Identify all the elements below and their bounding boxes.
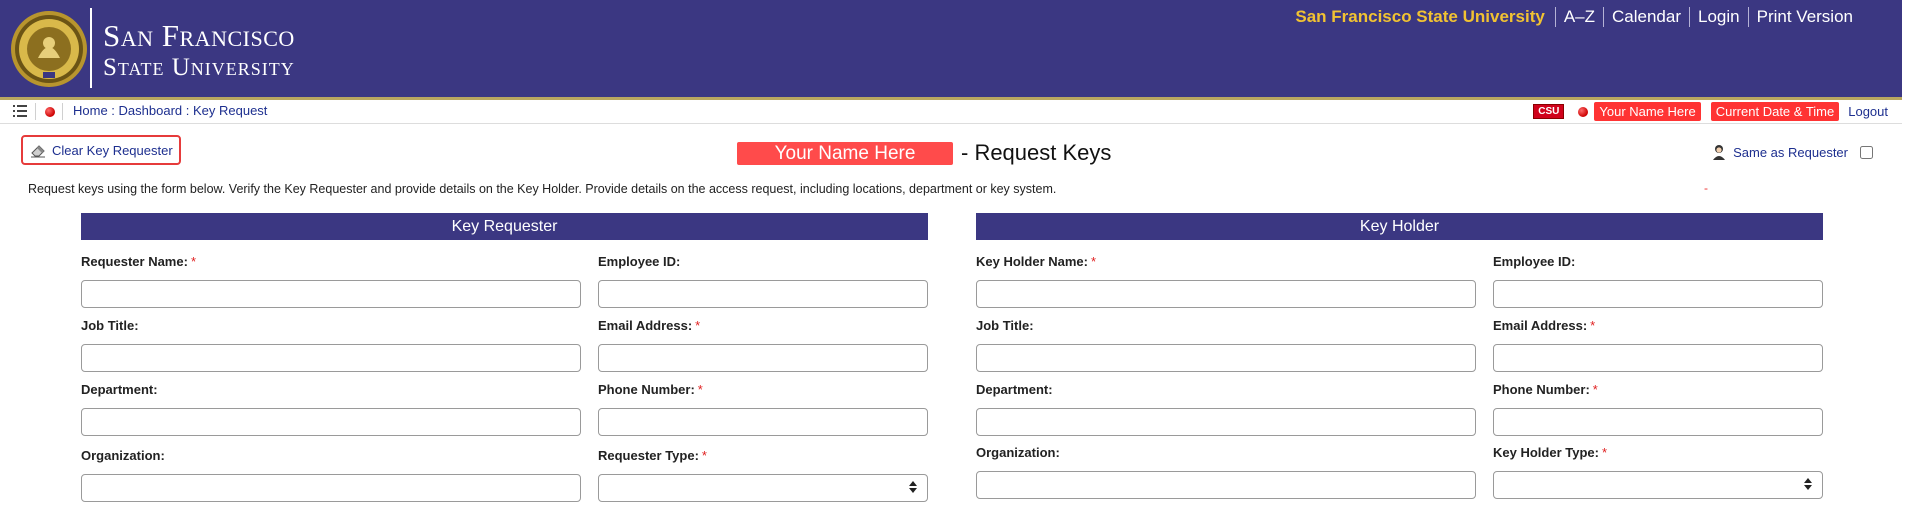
holder-job-title-label: Job Title: xyxy=(976,318,1034,333)
holder-employee-id-input[interactable] xyxy=(1494,281,1822,307)
clear-key-requester-label: Clear Key Requester xyxy=(52,142,173,158)
nav-sfsu-link[interactable]: San Francisco State University xyxy=(1287,6,1554,28)
top-nav: San Francisco State University A–Z Calen… xyxy=(1287,6,1861,28)
requester-employee-id-input[interactable] xyxy=(599,281,927,307)
requester-phone-label: Phone Number: * xyxy=(598,382,703,397)
requester-name-label: Requester Name: * xyxy=(81,254,196,269)
clear-key-requester-button[interactable]: Clear Key Requester xyxy=(21,135,181,165)
holder-email-field-group: Email Address: * xyxy=(1493,318,1823,372)
breadcrumb-separator: : xyxy=(107,103,119,118)
logo-line-2: State University xyxy=(103,54,295,81)
holder-name-label: Key Holder Name: * xyxy=(976,254,1097,269)
key-holder-section: Key Holder Key Holder Name: * Employee ID… xyxy=(976,213,1823,499)
bar-divider xyxy=(35,103,36,120)
red-mark: - xyxy=(1704,181,1708,195)
holder-organization-input[interactable] xyxy=(977,472,1475,498)
requester-email-label: Email Address: * xyxy=(598,318,701,333)
breadcrumb-bar: Home : Dashboard : Key Request CSU Your … xyxy=(0,100,1902,124)
university-wordmark[interactable]: San Francisco State University xyxy=(103,20,295,80)
holder-job-title-input[interactable] xyxy=(977,345,1475,371)
breadcrumb: Home : Dashboard : Key Request xyxy=(73,103,267,118)
holder-organization-label: Organization: xyxy=(976,445,1060,460)
bar-divider xyxy=(62,103,63,120)
logo-line-1: San Francisco xyxy=(103,18,295,53)
holder-employee-id-label: Employee ID: xyxy=(1493,254,1576,269)
nav-login-link[interactable]: Login xyxy=(1690,6,1748,28)
requester-organization-field-group: Organization: xyxy=(81,448,581,502)
person-icon xyxy=(1713,145,1726,160)
select-arrows-icon xyxy=(909,481,917,493)
user-status-area: CSU Your Name Here Current Date & Time L… xyxy=(1533,102,1888,121)
requester-email-input[interactable] xyxy=(599,345,927,371)
holder-phone-label: Phone Number: * xyxy=(1493,382,1598,397)
eraser-icon xyxy=(31,145,45,158)
page-title-text: - Request Keys xyxy=(961,140,1112,165)
select-arrows-icon xyxy=(1804,478,1812,490)
requester-department-label: Department: xyxy=(81,382,158,397)
logout-link[interactable]: Logout xyxy=(1848,104,1888,119)
same-as-requester-label: Same as Requester xyxy=(1733,144,1848,160)
date-time-badge: Current Date & Time xyxy=(1710,102,1840,121)
requester-employee-id-label: Employee ID: xyxy=(598,254,681,269)
csu-badge: CSU xyxy=(1533,104,1565,119)
requester-employee-id-field-group: Employee ID: xyxy=(598,254,928,308)
same-as-requester-checkbox[interactable] xyxy=(1860,145,1873,159)
same-as-requester: Same as Requester xyxy=(1711,144,1873,160)
breadcrumb-key-request: Key Request xyxy=(192,103,268,118)
holder-type-field-group: Key Holder Type: * xyxy=(1493,445,1823,499)
requester-type-select[interactable] xyxy=(598,474,928,502)
holder-email-label: Email Address: * xyxy=(1493,318,1596,333)
requester-department-field-group: Department: xyxy=(81,382,581,436)
requester-phone-input[interactable] xyxy=(599,409,927,435)
breadcrumb-home[interactable]: Home xyxy=(73,103,108,118)
list-icon[interactable] xyxy=(13,105,27,117)
logo-divider xyxy=(90,8,92,88)
requester-job-title-label: Job Title: xyxy=(81,318,139,333)
holder-email-input[interactable] xyxy=(1494,345,1822,371)
nav-print-version-link[interactable]: Print Version xyxy=(1749,6,1861,28)
holder-phone-field-group: Phone Number: * xyxy=(1493,382,1823,436)
red-dot-icon xyxy=(45,107,55,117)
red-dot-icon xyxy=(1578,106,1589,117)
holder-job-title-field-group: Job Title: xyxy=(976,318,1476,372)
requester-department-input[interactable] xyxy=(82,409,580,435)
holder-name-field-group: Key Holder Name: * xyxy=(976,254,1476,308)
requester-type-field-group: Requester Type: * xyxy=(598,448,928,502)
university-seal-icon[interactable] xyxy=(10,10,88,88)
site-header: San Francisco State University San Franc… xyxy=(0,0,1902,100)
intro-text: Request keys using the form below. Verif… xyxy=(28,182,1057,196)
holder-employee-id-field-group: Employee ID: xyxy=(1493,254,1823,308)
requester-name-input[interactable] xyxy=(82,281,580,307)
holder-department-input[interactable] xyxy=(977,409,1475,435)
holder-organization-field-group: Organization: xyxy=(976,445,1476,499)
requester-job-title-input[interactable] xyxy=(82,345,580,371)
page-title: Your Name Here - Request Keys xyxy=(737,140,1111,166)
holder-type-label: Key Holder Type: * xyxy=(1493,445,1608,460)
requester-type-label: Requester Type: * xyxy=(598,448,707,463)
holder-phone-input[interactable] xyxy=(1494,409,1822,435)
nav-a-z-link[interactable]: A–Z xyxy=(1556,6,1603,28)
requester-organization-input[interactable] xyxy=(82,475,580,501)
nav-calendar-link[interactable]: Calendar xyxy=(1604,6,1689,28)
user-name-badge: Your Name Here xyxy=(1594,102,1701,121)
key-requester-heading: Key Requester xyxy=(81,213,928,240)
holder-department-label: Department: xyxy=(976,382,1053,397)
breadcrumb-dashboard[interactable]: Dashboard xyxy=(119,103,183,118)
requester-name-badge: Your Name Here xyxy=(737,141,953,165)
holder-department-field-group: Department: xyxy=(976,382,1476,436)
requester-email-field-group: Email Address: * xyxy=(598,318,928,372)
requester-phone-field-group: Phone Number: * xyxy=(598,382,928,436)
requester-organization-label: Organization: xyxy=(81,448,165,463)
key-holder-heading: Key Holder xyxy=(976,213,1823,240)
breadcrumb-separator: : xyxy=(182,103,193,118)
key-requester-section: Key Requester Requester Name: * Employee … xyxy=(81,213,928,502)
requester-name-field-group: Requester Name: * xyxy=(81,254,581,308)
holder-name-input[interactable] xyxy=(977,281,1475,307)
requester-job-title-field-group: Job Title: xyxy=(81,318,581,372)
holder-type-select[interactable] xyxy=(1493,471,1823,499)
